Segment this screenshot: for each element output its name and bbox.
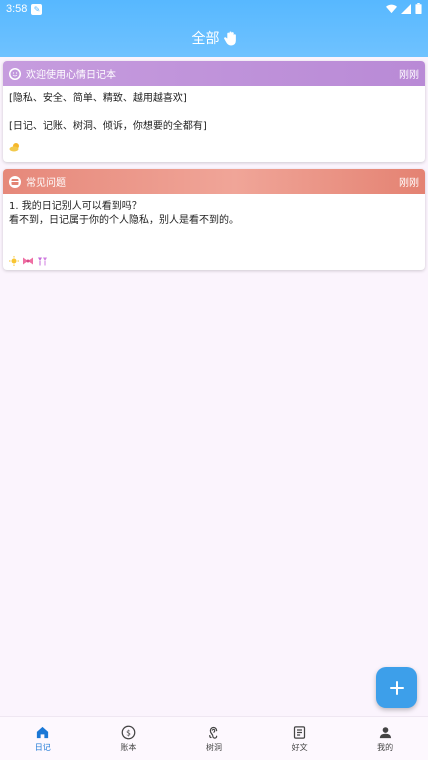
article-icon [293, 725, 306, 739]
nav-item-ledger[interactable]: $ 账本 [86, 717, 172, 760]
nav-label: 日记 [34, 742, 51, 752]
cloud-sun-icon [9, 143, 19, 152]
app-header: 3:58 ✎ 全部 [0, 0, 428, 57]
nav-item-mine[interactable]: 我的 [342, 717, 428, 760]
emoji-row [9, 140, 419, 154]
card-time: 刚刚 [399, 178, 419, 189]
card-header: 欢迎使用心情日记本 刚刚 [3, 61, 425, 86]
plus-icon [389, 680, 404, 695]
page-title-row[interactable]: 全部 [0, 26, 428, 50]
bottom-nav: 日记 $ 账本 树洞 好文 我的 [0, 716, 428, 760]
card-body: 1. 我的日记别人可以看到吗？ 看不到，日记属于你的个人隐私，别人是看不到的。 [3, 194, 425, 270]
nav-item-diary[interactable]: 日记 [0, 717, 86, 760]
card-line-blank [9, 106, 419, 120]
card-title: 欢迎使用心情日记本 [26, 70, 116, 81]
nav-item-articles[interactable]: 好文 [257, 717, 343, 760]
card-line: [日记、记账、树洞、倾诉，你想要的全都有] [9, 121, 207, 132]
emoji-row [9, 254, 419, 268]
smile-icon [9, 67, 21, 80]
add-diary-button[interactable] [376, 667, 417, 708]
svg-text:$: $ [126, 728, 131, 737]
card-title: 常见问题 [26, 178, 66, 189]
sun-icon [9, 256, 19, 266]
ear-icon [209, 726, 218, 739]
diary-card-faq[interactable]: 常见问题 刚刚 1. 我的日记别人可以看到吗？ 看不到，日记属于你的个人隐私，别… [3, 169, 425, 270]
nav-item-treehole[interactable]: 树洞 [171, 717, 257, 760]
box-icon [9, 175, 21, 188]
bow-icon [23, 257, 33, 265]
home-icon [37, 726, 49, 738]
battery-icon [415, 3, 422, 14]
card-time: 刚刚 [399, 70, 419, 81]
hand-icon [223, 31, 236, 45]
card-line: 1. 我的日记别人可以看到吗？ [9, 201, 142, 212]
card-body: [隐私、安全、简单、精致、越用越喜欢] [日记、记账、树洞、倾诉，你想要的全都有… [3, 86, 425, 158]
nav-label: 树洞 [205, 742, 222, 752]
status-bar: 3:58 ✎ [0, 0, 428, 18]
status-time: 3:58 [6, 3, 28, 15]
signal-icon [401, 3, 411, 14]
card-header: 常见问题 刚刚 [3, 169, 425, 194]
status-icons [386, 3, 422, 14]
cocktail-icon [38, 257, 47, 265]
dollar-icon: $ [121, 725, 136, 739]
nav-label: 账本 [120, 742, 137, 752]
card-line: 看不到，日记属于你的个人隐私，别人是看不到的。 [9, 215, 239, 226]
diary-card-welcome[interactable]: 欢迎使用心情日记本 刚刚 [隐私、安全、简单、精致、越用越喜欢] [日记、记账、… [3, 61, 425, 162]
app-notification-icon: ✎ [31, 3, 43, 15]
nav-label: 好文 [291, 742, 308, 752]
page-title[interactable]: 全部 [192, 28, 220, 48]
person-icon [379, 726, 391, 738]
nav-label: 我的 [377, 742, 394, 752]
wifi-icon [386, 4, 397, 13]
card-line: [隐私、安全、简单、精致、越用越喜欢] [9, 93, 187, 104]
